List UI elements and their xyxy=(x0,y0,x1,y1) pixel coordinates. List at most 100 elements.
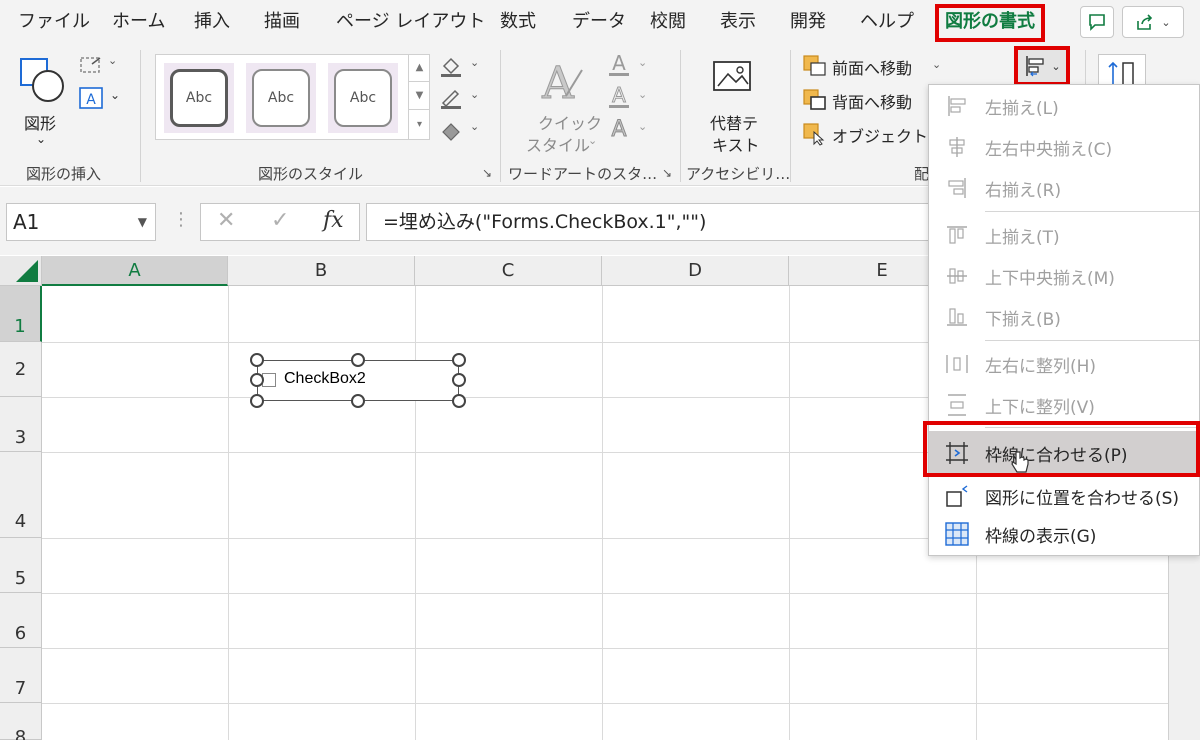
text-fill-button[interactable]: A ⌄ xyxy=(606,51,652,80)
formula-bar-grip-icon[interactable]: ⋮ xyxy=(172,211,190,229)
row-header-5[interactable]: 5 xyxy=(0,538,42,593)
edit-shape-button[interactable]: ⌄ xyxy=(78,54,122,78)
menu-item-align-middle[interactable]: 上下中央揃え(M) xyxy=(929,257,1199,295)
gallery-up-icon[interactable]: ▲ xyxy=(409,54,430,82)
tab-review[interactable]: 校閲 xyxy=(650,8,686,36)
tab-data[interactable]: データ xyxy=(572,8,626,36)
resize-handle[interactable] xyxy=(452,394,466,408)
tab-draw[interactable]: 描画 xyxy=(264,8,300,36)
menu-item-align-left[interactable]: 左揃え(L) xyxy=(929,87,1199,125)
tab-developer[interactable]: 開発 xyxy=(790,8,826,36)
row-header-1[interactable]: 1 xyxy=(0,286,42,342)
svg-text:A: A xyxy=(86,92,96,108)
dialog-launcher-icon[interactable]: ↘ xyxy=(662,166,672,180)
tab-insert[interactable]: 挿入 xyxy=(194,8,230,36)
share-icon xyxy=(1137,14,1153,30)
dropdown-arrow-icon[interactable]: ▼ xyxy=(138,204,147,240)
alt-text-label-2: キスト xyxy=(712,136,760,155)
shape-effects-button[interactable]: ⌄ xyxy=(438,118,484,144)
menu-separator xyxy=(985,211,1199,212)
resize-handle[interactable] xyxy=(351,394,365,408)
selection-pane-button[interactable]: オブジェクトの選 xyxy=(802,120,928,148)
resize-handle[interactable] xyxy=(452,353,466,367)
resize-handle[interactable] xyxy=(250,353,264,367)
menu-item-align-center[interactable]: 左右中央揃え(C) xyxy=(929,128,1199,166)
checkbox-square[interactable] xyxy=(262,373,276,387)
select-all-triangle-icon xyxy=(16,260,38,282)
shape-fill-button[interactable]: ⌄ xyxy=(438,54,484,80)
column-header-d[interactable]: D xyxy=(602,256,789,286)
shape-style-gallery: Abc Abc Abc xyxy=(155,54,430,140)
column-header-a[interactable]: A xyxy=(42,256,228,286)
resize-handle[interactable] xyxy=(250,394,264,408)
alt-text-label-1: 代替テ xyxy=(710,114,759,133)
share-button[interactable]: ⌄ xyxy=(1122,6,1184,38)
shape-style-swatch[interactable]: Abc xyxy=(246,63,316,133)
gallery-down-icon[interactable]: ▼ xyxy=(409,82,430,110)
chevron-down-icon: ⌄ xyxy=(108,54,118,67)
text-outline-button[interactable]: A ⌄ xyxy=(606,83,652,112)
mouse-pointer-icon xyxy=(1011,451,1029,473)
gallery-more-icon[interactable]: ▾ xyxy=(409,110,430,138)
group-separator xyxy=(680,50,681,182)
dialog-launcher-icon[interactable]: ↘ xyxy=(482,166,492,180)
resize-handle[interactable] xyxy=(250,373,264,387)
cancel-icon[interactable]: ✕ xyxy=(217,208,235,233)
row-header-3[interactable]: 3 xyxy=(0,397,42,452)
tab-file[interactable]: ファイル xyxy=(18,8,90,36)
select-all-button[interactable] xyxy=(0,256,42,286)
name-box-value: A1 xyxy=(13,210,40,234)
chevron-down-icon: ⌄ xyxy=(588,134,598,147)
menu-item-view-gridlines[interactable]: 枠線の表示(G) xyxy=(929,515,1199,553)
group-separator xyxy=(500,50,501,182)
shape-style-swatch[interactable]: Abc xyxy=(164,63,234,133)
menu-item-align-right[interactable]: 右揃え(R) xyxy=(929,169,1199,207)
tab-formulas[interactable]: 数式 xyxy=(500,8,536,36)
alt-text-button[interactable]: 代替テ キスト xyxy=(700,52,770,156)
tab-shape-format[interactable]: 図形の書式 xyxy=(935,4,1045,42)
edit-shape-icon xyxy=(80,57,101,73)
enter-check-icon[interactable]: ✓ xyxy=(271,208,289,233)
align-left-icon xyxy=(1026,56,1045,77)
row-header-7[interactable]: 7 xyxy=(0,648,42,703)
group-separator xyxy=(790,50,791,182)
quick-styles-button[interactable]: A クイック スタイル ⌄ xyxy=(520,52,603,156)
menu-item-snap-to-shape[interactable]: 図形に位置を合わせる(S) xyxy=(929,477,1199,515)
tab-home[interactable]: ホーム xyxy=(112,8,165,36)
shape-outline-button[interactable]: ⌄ xyxy=(438,86,484,112)
tab-help[interactable]: ヘルプ xyxy=(860,8,914,36)
chevron-down-icon: ⌄ xyxy=(638,88,648,101)
text-effects-button[interactable]: A ⌄ xyxy=(606,116,652,144)
row-header-6[interactable]: 6 xyxy=(0,593,42,648)
tab-page-layout[interactable]: ページ レイアウト xyxy=(336,8,485,36)
menu-item-align-top[interactable]: 上揃え(T) xyxy=(929,216,1199,254)
align-dropdown-menu: 左揃え(L) 左右中央揃え(C) 右揃え(R) 上揃え(T) 上下中央揃え(M)… xyxy=(928,84,1200,556)
bring-forward-button[interactable]: 前面へ移動 ⌄ xyxy=(802,52,946,80)
snap-to-shape-icon xyxy=(946,485,968,507)
chevron-down-icon: ⌄ xyxy=(1051,59,1061,73)
row-header-4[interactable]: 4 xyxy=(0,452,42,538)
comments-button[interactable] xyxy=(1080,6,1114,38)
tab-view[interactable]: 表示 xyxy=(720,8,756,36)
insert-function-icon[interactable]: fx xyxy=(323,208,344,233)
menu-item-distribute-horizontal[interactable]: 左右に整列(H) xyxy=(929,345,1199,383)
gridline xyxy=(42,648,1200,649)
quick-styles-label-1: クイック xyxy=(538,114,603,133)
align-button[interactable]: ⌄ xyxy=(1014,46,1070,86)
shapes-button[interactable]: 図形 ⌄ xyxy=(14,52,70,152)
column-header-b[interactable]: B xyxy=(228,256,415,286)
row-header-2[interactable]: 2 xyxy=(0,342,42,397)
name-box[interactable]: A1 ▼ xyxy=(6,203,156,241)
menu-item-align-bottom[interactable]: 下揃え(B) xyxy=(929,298,1199,336)
resize-handle[interactable] xyxy=(351,353,365,367)
chevron-down-icon: ⌄ xyxy=(470,120,480,133)
shape-style-swatch[interactable]: Abc xyxy=(328,63,398,133)
resize-handle[interactable] xyxy=(452,373,466,387)
send-backward-button[interactable]: 背面へ移動 xyxy=(802,86,932,114)
row-header-8[interactable]: 8 xyxy=(0,703,42,740)
menu-separator xyxy=(985,340,1199,341)
column-header-c[interactable]: C xyxy=(415,256,602,286)
text-box-button[interactable]: A ⌄ xyxy=(78,86,124,112)
menu-item-distribute-vertical[interactable]: 上下に整列(V) xyxy=(929,386,1199,424)
paint-bucket-icon xyxy=(441,57,461,77)
